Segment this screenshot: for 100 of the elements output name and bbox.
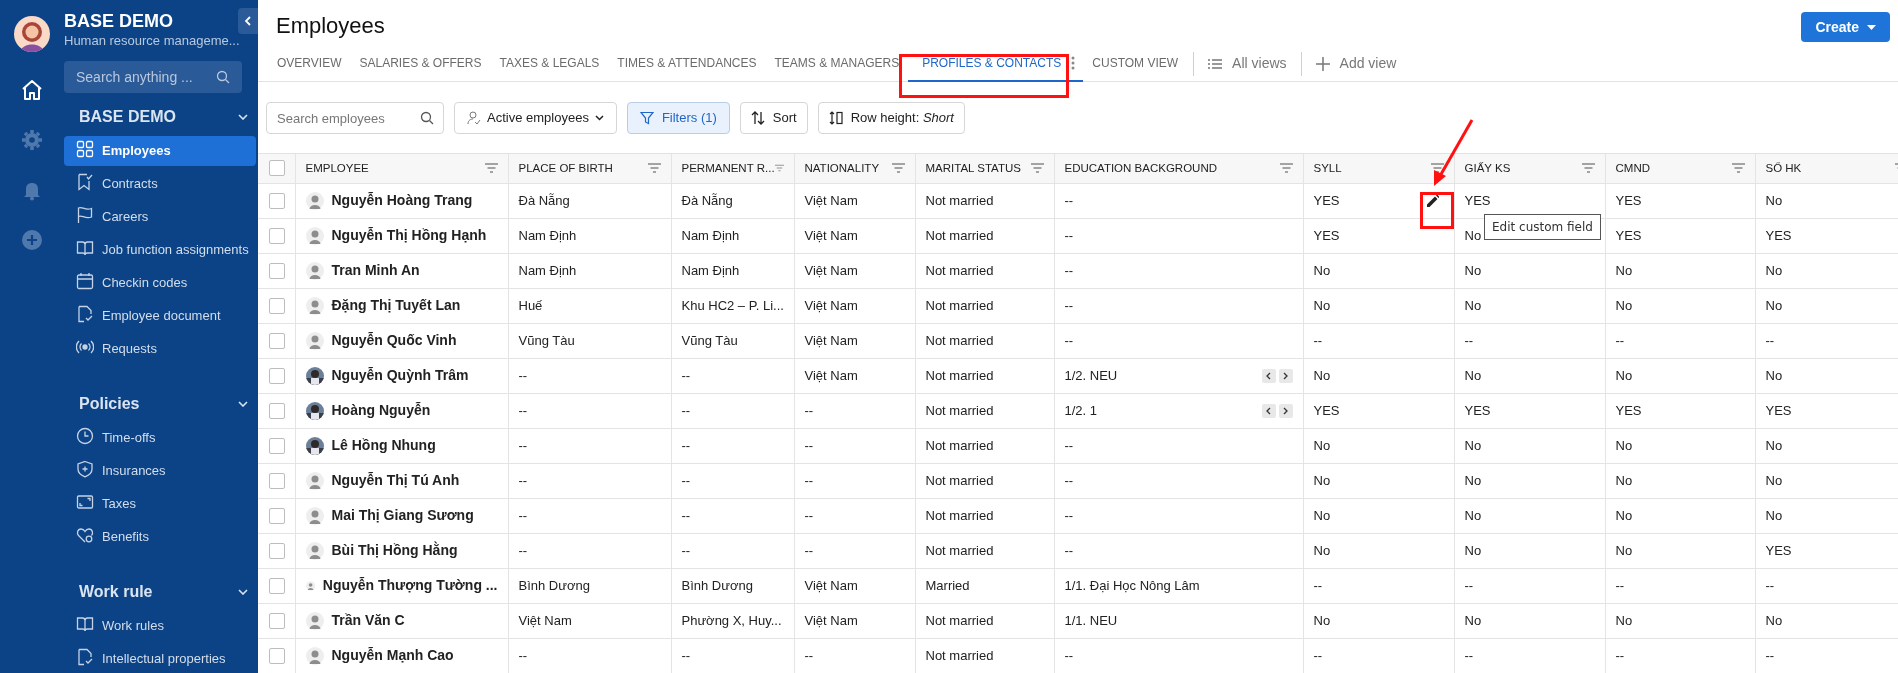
table-cell: --	[1765, 647, 1775, 663]
column-header[interactable]: CMND	[1615, 159, 1650, 177]
employee-name[interactable]: Hoàng Nguyễn	[331, 400, 431, 421]
settings-icon[interactable]	[20, 128, 44, 152]
previous-button[interactable]	[1261, 368, 1276, 383]
column-header[interactable]: EMPLOYEE	[305, 159, 369, 177]
checkbox[interactable]	[269, 192, 285, 209]
employee-name[interactable]: Tran Minh An	[331, 260, 420, 281]
employee-name[interactable]: Bùi Thị Hồng Hằng	[331, 540, 458, 561]
table-cell: No	[1313, 437, 1331, 453]
sidebar-item[interactable]: Job function assignments	[64, 235, 256, 265]
tab[interactable]: CUSTOM VIEW	[1083, 45, 1188, 82]
checkbox[interactable]	[269, 262, 285, 279]
checkbox[interactable]	[269, 437, 285, 454]
chevron-left-icon	[1265, 406, 1272, 415]
column-header[interactable]: EDUCATION BACKGROUND	[1064, 159, 1217, 177]
create-button[interactable]: Create	[1801, 12, 1890, 42]
column-header[interactable]: GIẤY KS	[1464, 159, 1511, 177]
sidebar-item[interactable]: Requests	[64, 334, 256, 364]
next-button[interactable]	[1278, 368, 1293, 383]
sidebar-item[interactable]: Benefits	[64, 522, 256, 552]
previous-button[interactable]	[1261, 403, 1276, 418]
table-cell: --	[1464, 332, 1474, 348]
next-button[interactable]	[1278, 403, 1293, 418]
chevron-left-icon	[1265, 371, 1272, 380]
sidebar-item[interactable]: Time-offs	[64, 423, 256, 453]
search-field[interactable]: Search employees	[266, 102, 444, 134]
search-field[interactable]: Search anything ...	[64, 61, 242, 93]
column-header[interactable]: SỔ HK	[1765, 159, 1802, 177]
table-cell: No	[1313, 297, 1331, 313]
table-cell: Not married	[925, 472, 994, 488]
checkbox[interactable]	[269, 647, 285, 664]
column-header[interactable]: SYLL	[1313, 159, 1342, 177]
checkbox[interactable]	[269, 507, 285, 524]
status-dropdown[interactable]: Active employees	[454, 102, 617, 134]
checkbox[interactable]	[269, 297, 285, 314]
table-cell: No	[1464, 262, 1482, 278]
tab[interactable]: TIMES & ATTENDANCES	[608, 45, 766, 82]
checkbox[interactable]	[269, 332, 285, 349]
column-header[interactable]: MARITAL STATUS	[925, 159, 1021, 177]
checkbox[interactable]	[269, 542, 285, 559]
add-view-button[interactable]: Add view	[1307, 53, 1405, 74]
sidebar-item[interactable]: Work rules	[64, 611, 256, 641]
checkbox[interactable]	[269, 472, 285, 489]
employee-name[interactable]: Đặng Thị Tuyết Lan	[331, 295, 461, 316]
row-height-button[interactable]: Row height: Short	[817, 102, 965, 134]
column-header[interactable]: NATIONALITY	[804, 159, 880, 177]
tab[interactable]: TAXES & LEGALS	[490, 45, 609, 82]
collapse-button[interactable]	[238, 8, 258, 34]
column-header[interactable]: PLACE OF BIRTH	[518, 159, 613, 177]
tab[interactable]: OVERVIEW	[268, 45, 351, 82]
checkbox[interactable]	[269, 227, 285, 244]
checkbox[interactable]	[269, 402, 285, 419]
employee-name[interactable]: Trần Văn C	[331, 610, 405, 631]
tab[interactable]: SALARIES & OFFERS	[350, 45, 491, 82]
section-header[interactable]: Policies	[64, 388, 256, 420]
home-icon[interactable]	[20, 78, 44, 102]
checkbox[interactable]	[269, 160, 285, 177]
checkbox[interactable]	[269, 612, 285, 629]
employee-name[interactable]: Nguyễn Thị Hồng Hạnh	[331, 225, 487, 246]
employee-name[interactable]: Nguyễn Thượng Tường ...	[322, 575, 498, 596]
filters-button[interactable]: Filters (1)	[626, 102, 730, 134]
table-cell: --	[681, 507, 691, 523]
add-icon[interactable]	[20, 228, 44, 252]
table-cell: --	[681, 472, 691, 488]
section-header[interactable]: BASE DEMO	[64, 101, 256, 133]
avatar[interactable]	[14, 16, 50, 52]
checkbox[interactable]	[269, 367, 285, 384]
table-cell: --	[518, 647, 528, 663]
table-cell: Vũng Tàu	[681, 332, 738, 348]
tab[interactable]: TEAMS & MANAGERS	[765, 45, 909, 82]
employee-name[interactable]: Nguyễn Mạnh Cao	[331, 645, 454, 666]
table-cell: Not married	[925, 367, 994, 383]
sidebar-item[interactable]: Careers	[64, 202, 256, 232]
document-icon	[76, 305, 94, 323]
employee-name[interactable]: Nguyễn Hoàng Trang	[331, 190, 473, 211]
sidebar-item[interactable]: Taxes	[64, 489, 256, 519]
sidebar-item[interactable]: Employees	[64, 136, 256, 166]
sidebar-item[interactable]: Contracts	[64, 169, 256, 199]
employee-name[interactable]: Nguyễn Quốc Vinh	[331, 330, 457, 351]
table-cell: --	[518, 367, 528, 383]
filter-icon	[1581, 163, 1595, 174]
sidebar-item[interactable]: Employee document	[64, 301, 256, 331]
section-header[interactable]: Work rule	[64, 576, 256, 608]
table-cell: YES	[1464, 192, 1491, 208]
all-views-button[interactable]: All views	[1200, 53, 1295, 74]
sidebar-item[interactable]: Checkin codes	[64, 268, 256, 298]
employee-name[interactable]: Mai Thị Giang Sương	[331, 505, 474, 526]
employee-name[interactable]: Nguyễn Thị Tú Anh	[331, 470, 460, 491]
shield-icon	[76, 460, 94, 478]
checkbox[interactable]	[269, 577, 285, 594]
employee-name[interactable]: Lê Hồng Nhung	[331, 435, 436, 456]
sidebar-item[interactable]: Insurances	[64, 456, 256, 486]
table-cell: --	[1615, 332, 1625, 348]
table-cell: YES	[1765, 402, 1792, 418]
column-header[interactable]: PERMANENT R...	[681, 159, 775, 177]
sidebar-item[interactable]: Intellectual properties	[64, 644, 256, 673]
employee-name[interactable]: Nguyễn Quỳnh Trâm	[331, 365, 469, 386]
sort-button[interactable]: Sort	[739, 102, 808, 134]
document-icon	[76, 648, 94, 666]
